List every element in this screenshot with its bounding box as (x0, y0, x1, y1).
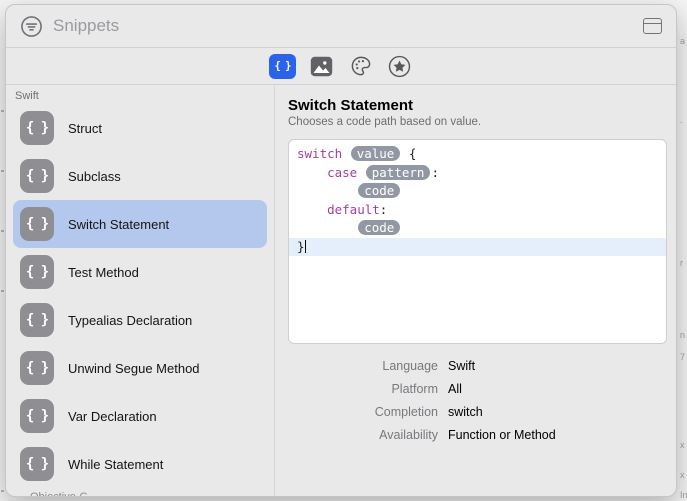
occluded-mark (1, 110, 4, 112)
snippet-list: { }Struct{ }Subclass{ }Switch Statement{… (6, 104, 274, 488)
snippets-library-popover: Snippets { } (5, 4, 677, 497)
snippet-list-item-label: Subclass (68, 169, 121, 184)
snippet-list-item[interactable]: { } Switch Statement (13, 200, 267, 248)
tab-snippets[interactable]: { } (269, 54, 296, 79)
media-library-icon (310, 56, 333, 77)
occluded-mark (1, 290, 4, 292)
snippet-list-item[interactable]: { } While Statement (13, 440, 267, 488)
star-circle-icon (388, 55, 411, 78)
occluded-text-fragment: x (680, 440, 685, 450)
metadata-label: Platform (288, 382, 438, 396)
snippet-list-item-label: While Statement (68, 457, 163, 472)
snippet-list-item[interactable]: { } Subclass (13, 152, 267, 200)
snippet-list-item[interactable]: { } Typealias Declaration (13, 296, 267, 344)
metadata-value: switch (448, 405, 667, 419)
placeholder-token[interactable]: pattern (366, 165, 431, 180)
snippet-list-item-label: Struct (68, 121, 102, 136)
snippet-braces-icon: { } (20, 303, 54, 337)
code-text: : (431, 165, 439, 180)
metadata-value: Swift (448, 359, 667, 373)
code-editor[interactable]: switch value { case pattern: code defaul… (288, 139, 667, 344)
occluded-text-fragment: . (680, 115, 683, 125)
snippet-list-item-label: Typealias Declaration (68, 313, 192, 328)
tab-media[interactable] (308, 54, 335, 79)
snippet-list-item-label: Switch Statement (68, 217, 169, 232)
snippet-list-item[interactable]: { } Var Declaration (13, 392, 267, 440)
code-line[interactable]: case pattern: (289, 164, 666, 183)
snippet-metadata: Language Swift Platform All Completion switch… (288, 359, 667, 442)
code-text (297, 202, 327, 217)
code-text: : (380, 202, 388, 217)
metadata-value: All (448, 382, 667, 396)
section-header-objc-partial: Objective-C (30, 491, 87, 496)
snippet-list-item-label: Var Declaration (68, 409, 157, 424)
occluded-text-fragment: 7 (680, 352, 685, 362)
occluded-mark (1, 170, 4, 172)
section-header-swift: Swift (6, 85, 274, 104)
code-line[interactable]: switch value { (289, 145, 666, 164)
snippet-detail-pane: Switch Statement Chooses a code path bas… (275, 85, 676, 496)
snippet-braces-icon: { } (20, 351, 54, 385)
code-text: } (297, 239, 305, 254)
tab-symbols[interactable] (386, 54, 413, 79)
snippet-list-item-label: Unwind Segue Method (68, 361, 200, 376)
library-content: Swift { }Struct{ }Subclass{ }Switch Stat… (6, 85, 676, 496)
code-text (297, 165, 327, 180)
occluded-text-fragment: a (680, 36, 685, 46)
code-line[interactable]: code (289, 182, 666, 201)
filter-icon[interactable] (20, 15, 43, 38)
text-cursor (305, 240, 307, 253)
snippet-list-item[interactable]: { } Unwind Segue Method (13, 344, 267, 392)
code-text (297, 183, 357, 198)
code-keyword: default (327, 202, 380, 217)
color-palette-icon (349, 55, 373, 77)
occluded-text-fragment: x (680, 470, 685, 480)
snippet-braces-icon: { } (20, 255, 54, 289)
placeholder-token[interactable]: value (351, 146, 401, 161)
occluded-mark (1, 230, 4, 232)
screen: { "window": { "title": "Snippets" }, "to… (0, 0, 687, 501)
metadata-label: Language (288, 359, 438, 373)
snippet-braces-icon: { } (20, 111, 54, 145)
snippet-title: Switch Statement (288, 97, 667, 114)
metadata-label: Availability (288, 428, 438, 442)
code-text (297, 220, 357, 235)
library-tab-bar: { } (6, 48, 676, 85)
code-text: { (401, 146, 416, 161)
snippet-list-item[interactable]: { } Test Method (13, 248, 267, 296)
code-text (342, 146, 350, 161)
code-line[interactable]: code (289, 219, 666, 238)
code-line[interactable]: default: (289, 201, 666, 220)
snippet-braces-icon: { } (20, 207, 54, 241)
placeholder-token[interactable]: code (358, 220, 400, 235)
snippet-summary: Chooses a code path based on value. (288, 116, 667, 128)
occluded-text-fragment: r (680, 258, 683, 268)
occluded-text-fragment: In (680, 490, 687, 500)
code-line[interactable]: } (289, 238, 666, 257)
titlebar: Snippets (6, 5, 676, 48)
curly-braces-icon: { } (275, 60, 291, 72)
snippet-list-item[interactable]: { } Struct (13, 104, 267, 152)
metadata-label: Completion (288, 405, 438, 419)
code-keyword: case (327, 165, 357, 180)
metadata-value: Function or Method (448, 428, 667, 442)
placeholder-token[interactable]: code (358, 183, 400, 198)
snippet-braces-icon: { } (20, 399, 54, 433)
window-toggle-button[interactable] (643, 18, 662, 34)
snippet-braces-icon: { } (20, 447, 54, 481)
code-keyword: switch (297, 146, 342, 161)
snippet-list-item-label: Test Method (68, 265, 139, 280)
occluded-mark (1, 490, 4, 492)
snippet-braces-icon: { } (20, 159, 54, 193)
occluded-text-fragment: n (680, 330, 685, 340)
library-title: Snippets (53, 16, 119, 36)
snippet-list-sidebar: Swift { } Struct { } Subclass { } Switch Stat… (6, 85, 274, 496)
tab-colors[interactable] (347, 54, 374, 79)
code-text (357, 165, 365, 180)
